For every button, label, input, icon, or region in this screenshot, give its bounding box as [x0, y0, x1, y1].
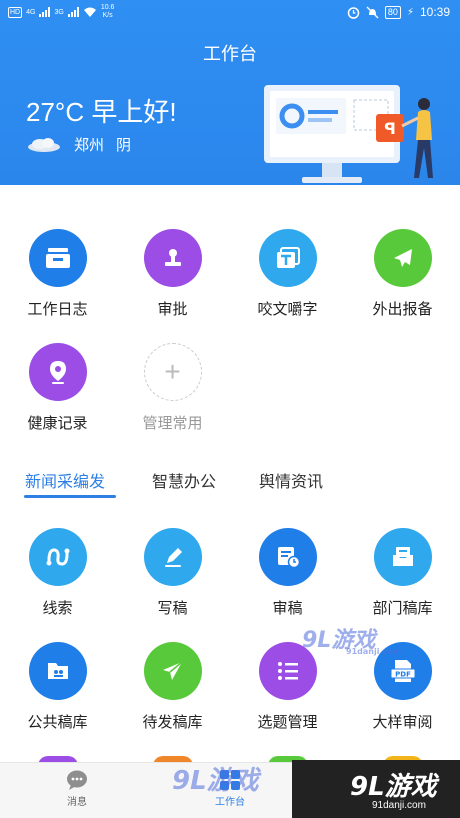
- nav-messages[interactable]: 消息: [37, 769, 117, 808]
- shortcut-row-2: 健康记录 + 管理常用: [0, 343, 460, 433]
- active-tab-indicator: [24, 495, 116, 498]
- signal-icon: [39, 7, 51, 17]
- plus-icon: +: [143, 343, 202, 401]
- watermark-logo-center: 9L游戏: [172, 766, 259, 796]
- wifi-icon: [83, 7, 96, 17]
- function-label: 公共稿库: [27, 714, 88, 731]
- shortcut-label: 工作日志: [27, 301, 88, 318]
- shortcut-manage-common[interactable]: + 管理常用: [115, 343, 230, 433]
- function-label: 选题管理: [257, 714, 318, 731]
- clue-icon: [28, 528, 87, 586]
- network-type-2: 3G: [54, 8, 64, 16]
- network-speed: 10.6 K/s: [100, 4, 115, 19]
- function-label: 审稿: [272, 600, 303, 617]
- signal-icon-2: [67, 7, 79, 17]
- function-clue[interactable]: 线索: [0, 528, 115, 618]
- watermark-banner: 9L游戏 91danji.com: [292, 760, 460, 818]
- function-department-library[interactable]: 部门稿库: [345, 528, 460, 618]
- function-row-1: 线索 写稿 审稿 部门稿库: [0, 528, 460, 618]
- function-label: 线索: [42, 600, 73, 617]
- pen-icon: [143, 528, 202, 586]
- watermark-banner-domain: 91danji.com: [372, 800, 426, 811]
- page-title: 工作台: [203, 44, 257, 64]
- function-public-library[interactable]: 公共稿库: [0, 642, 115, 732]
- watermark-domain: 91danji.com: [346, 647, 402, 656]
- tab-smart-office[interactable]: 智慧办公: [152, 468, 216, 492]
- shortcut-label: 管理常用: [142, 415, 203, 432]
- function-label: 待发稿库: [142, 714, 203, 731]
- city-name: 郑州: [74, 137, 105, 154]
- svg-text:ꟼ: ꟼ: [384, 119, 396, 138]
- weather-info: 郑州 阴: [26, 134, 131, 155]
- text-icon: [258, 229, 317, 287]
- workbench-illustration: ꟼ: [264, 85, 433, 183]
- work-log-icon: [28, 229, 87, 287]
- function-label: 部门稿库: [372, 600, 433, 617]
- airplane-icon: [373, 229, 432, 287]
- message-icon: [67, 770, 87, 790]
- clock: 10:39: [419, 5, 450, 19]
- shortcut-approval[interactable]: 审批: [115, 229, 230, 319]
- department-library-icon: [373, 528, 432, 586]
- tab-news-editing[interactable]: 新闻采编发: [25, 468, 105, 492]
- network-type: 4G: [26, 8, 36, 16]
- battery-level: 80: [384, 5, 401, 19]
- svg-text:PDF: PDF: [395, 671, 411, 679]
- alarm-icon: [347, 6, 360, 19]
- shortcut-outing-report[interactable]: 外出报备: [345, 229, 460, 319]
- shortcut-text-check[interactable]: 咬文嚼字: [230, 229, 345, 319]
- function-pending-library[interactable]: 待发稿库: [115, 642, 230, 732]
- send-icon: [143, 642, 202, 700]
- function-label: 大样审阅: [372, 714, 433, 731]
- public-library-icon: [28, 642, 87, 700]
- review-icon: [258, 528, 317, 586]
- shortcut-label: 咬文嚼字: [257, 301, 318, 318]
- mute-icon: [366, 6, 379, 18]
- function-write[interactable]: 写稿: [115, 528, 230, 618]
- watermark-banner-brand: 9L游戏: [350, 772, 437, 802]
- location-pin-icon: [28, 343, 87, 401]
- charging-icon: ⚡: [406, 6, 414, 18]
- weather-condition: 阴: [116, 137, 132, 154]
- shortcut-health-record[interactable]: 健康记录: [0, 343, 115, 433]
- function-topic-management[interactable]: 选题管理: [230, 642, 345, 732]
- category-tabs: 新闻采编发 智慧办公 舆情资讯: [0, 462, 460, 502]
- tab-public-opinion[interactable]: 舆情资讯: [259, 468, 323, 492]
- cloud-icon: [28, 137, 60, 152]
- shortcut-row-1: 工作日志 审批 咬文嚼字 外出报备: [0, 229, 460, 319]
- greeting-text: 27°C 早上好!: [26, 97, 177, 127]
- function-label: 写稿: [157, 600, 188, 617]
- status-bar: HD 4G 3G 10.6 K/s 80 ⚡ 10:39: [0, 0, 460, 26]
- function-review[interactable]: 审稿: [230, 528, 345, 618]
- approval-stamp-icon: [143, 229, 202, 287]
- shortcut-work-log[interactable]: 工作日志: [0, 229, 115, 319]
- hd-badge: HD: [8, 6, 23, 18]
- nav-label: 消息: [67, 797, 87, 808]
- shortcut-label: 审批: [157, 301, 188, 318]
- shortcut-label: 健康记录: [27, 415, 88, 432]
- shortcut-label: 外出报备: [372, 301, 433, 318]
